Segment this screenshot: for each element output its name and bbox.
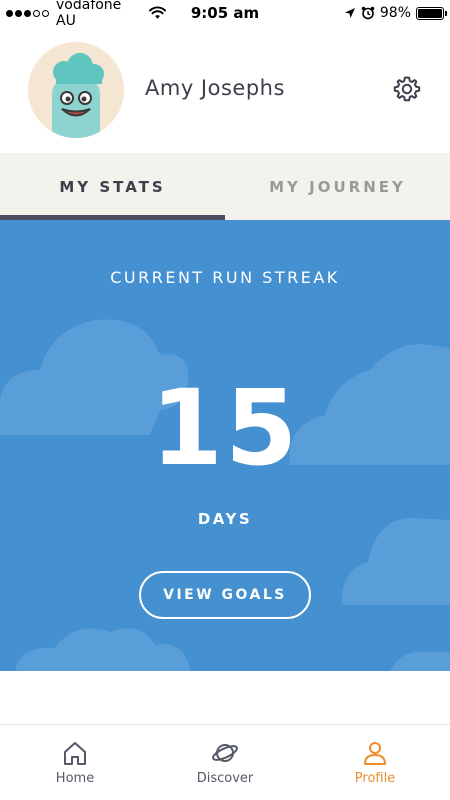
gear-icon [393, 76, 421, 102]
signal-dot [42, 9, 49, 17]
wifi-icon [148, 6, 166, 19]
profile-header: Amy Josephs [0, 26, 450, 153]
nav-item-profile[interactable]: Profile [300, 725, 450, 800]
alarm-clock-icon [361, 6, 375, 20]
status-right: 98% [344, 5, 447, 21]
signal-strength-icon [6, 9, 49, 17]
home-icon [61, 739, 89, 767]
user-name: Amy Josephs [145, 76, 285, 100]
signal-dot [24, 9, 31, 17]
nav-item-discover[interactable]: Discover [150, 725, 300, 800]
bottom-navigation: Home Discover Profile [0, 724, 450, 800]
signal-dot [33, 9, 40, 17]
settings-button[interactable] [390, 72, 424, 106]
carrier-name: vodafone AU [56, 0, 122, 29]
nav-label-profile: Profile [354, 771, 396, 786]
status-time: 9:05 am [190, 4, 260, 22]
battery-icon [416, 6, 447, 20]
nav-label-home: Home [55, 771, 95, 786]
status-left: vodafone AU [6, 0, 166, 29]
tab-my-stats[interactable]: MY STATS [0, 153, 225, 220]
signal-dot [6, 9, 13, 17]
run-streak-card: CURRENT RUN STREAK 15 DAYS VIEW GOALS [0, 220, 450, 671]
streak-count: 15 [150, 367, 300, 489]
view-goals-button[interactable]: VIEW GOALS [139, 571, 311, 619]
location-arrow-icon [344, 8, 355, 18]
streak-title: CURRENT RUN STREAK [110, 268, 340, 287]
nav-label-discover: Discover [196, 771, 254, 786]
planet-icon [211, 739, 239, 767]
status-bar: vodafone AU 9:05 am 98% [0, 0, 450, 29]
avatar[interactable] [28, 42, 124, 138]
tab-my-journey[interactable]: MY JOURNEY [225, 153, 450, 220]
cartoon-character-avatar-icon [28, 42, 124, 138]
signal-dot [15, 9, 22, 17]
battery-fill [418, 8, 442, 18]
battery-percent: 98% [379, 5, 411, 21]
nav-item-home[interactable]: Home [0, 725, 150, 800]
person-icon [361, 739, 389, 767]
stats-tabs: MY STATS MY JOURNEY [0, 153, 450, 220]
streak-unit: DAYS [197, 510, 253, 528]
